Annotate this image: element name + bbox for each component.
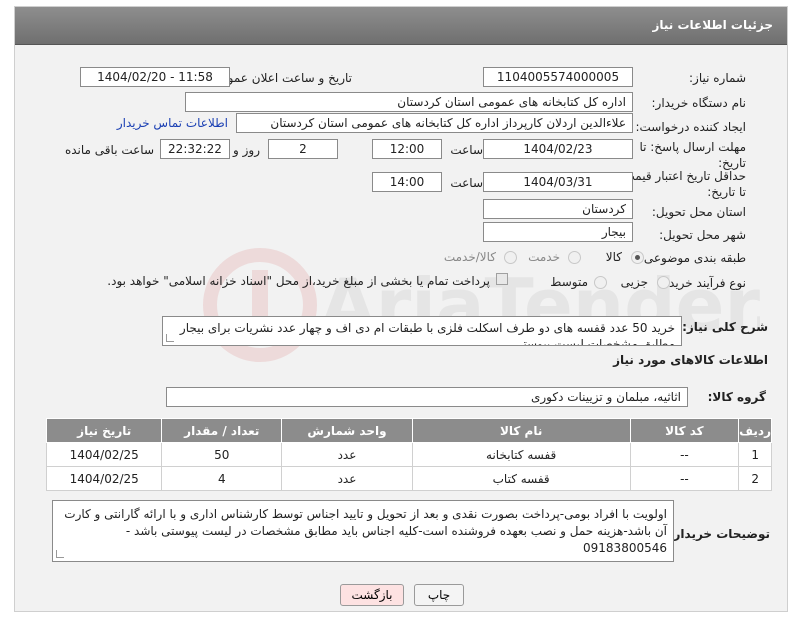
process-medium-label: متوسط xyxy=(550,275,588,289)
announce-field: 1404/02/20 - 11:58 xyxy=(80,67,230,87)
need-number-field: 1104005574000005 xyxy=(483,67,633,87)
col-header-code: کد کالا xyxy=(629,418,740,443)
cell-row: 1 xyxy=(738,442,772,467)
remaining-label: ساعت باقی مانده xyxy=(64,143,154,157)
days-field: 2 xyxy=(268,139,338,159)
col-header-qty: تعداد / مقدار xyxy=(161,418,283,443)
cell-name: قفسه کتابخانه xyxy=(411,442,631,467)
summary-textarea: خرید 50 عدد قفسه های دو طرف اسکلت فلزی ب… xyxy=(162,316,682,346)
cell-code: -- xyxy=(629,466,740,491)
category-radio-service[interactable] xyxy=(568,251,581,264)
send-time-field: 12:00 xyxy=(372,139,442,159)
cell-row: 2 xyxy=(738,466,772,491)
print-button[interactable]: چاپ xyxy=(414,584,464,606)
col-header-unit: واحد شمارش xyxy=(281,418,413,443)
price-time-field: 14:00 xyxy=(372,172,442,192)
cell-unit: عدد xyxy=(281,442,413,467)
remaining-time-field: 22:32:22 xyxy=(160,139,230,159)
send-date-field: 1404/02/23 xyxy=(483,139,633,159)
process-radio-minor[interactable] xyxy=(657,276,670,289)
summary-label: شرح کلی نیاز: xyxy=(682,320,768,334)
send-deadline-label: مهلت ارسال پاسخ: تا تاریخ: xyxy=(639,140,746,170)
payment-note: پرداخت تمام یا بخشی از مبلغ خرید،از محل … xyxy=(107,274,490,288)
back-button[interactable]: بازگشت xyxy=(340,584,404,606)
table-row: 1 -- قفسه کتابخانه عدد 50 1404/02/25 xyxy=(45,442,772,467)
process-label: نوع فرآیند خرید : xyxy=(661,276,746,290)
buyer-org-field: اداره کل کتابخانه های عمومی استان کردستا… xyxy=(185,92,633,112)
category-both-label: کالا/خدمت xyxy=(443,250,496,264)
process-minor-label: جزیی xyxy=(620,275,648,289)
table-row: 2 -- قفسه کتاب عدد 4 1404/02/25 xyxy=(45,466,772,491)
buyer-org-label: نام دستگاه خریدار: xyxy=(651,96,747,110)
cell-date: 1404/02/25 xyxy=(45,442,163,467)
panel-title: جزئیات اطلاعات نیاز xyxy=(652,18,773,32)
cell-unit: عدد xyxy=(281,466,413,491)
goods-table: ردیف کد کالا نام کالا واحد شمارش تعداد /… xyxy=(45,418,772,491)
resize-grip-icon[interactable] xyxy=(166,334,174,342)
col-header-name: نام کالا xyxy=(411,418,631,443)
category-service-label: خدمت xyxy=(528,250,560,264)
notes-label: توضیحات خریدار: xyxy=(668,527,770,541)
requester-field: علاءالدین اردلان کارپرداز اداره کل کتابخ… xyxy=(236,113,633,133)
goods-section-title: اطلاعات کالاهای مورد نیاز xyxy=(613,353,768,367)
category-radio-both[interactable] xyxy=(504,251,517,264)
province-label: استان محل تحویل: xyxy=(651,205,746,219)
province-field: کردستان xyxy=(483,199,633,219)
col-header-date: تاریخ نیاز xyxy=(45,418,163,443)
category-goods-label: کالا xyxy=(605,250,622,264)
summary-text: خرید 50 عدد قفسه های دو طرف اسکلت فلزی ب… xyxy=(179,321,675,346)
send-time-label: ساعت xyxy=(450,143,483,157)
requester-label: ایجاد کننده درخواست: xyxy=(635,120,746,134)
category-label: طبقه بندی موضوعی: xyxy=(639,251,746,265)
category-radio-goods[interactable] xyxy=(631,251,644,264)
notes-text: اولویت با افراد بومی-پرداخت بصورت نقدی و… xyxy=(64,507,667,555)
treasury-checkbox[interactable] xyxy=(496,273,508,285)
panel-header: جزئیات اطلاعات نیاز xyxy=(15,7,787,45)
cell-date: 1404/02/25 xyxy=(45,466,163,491)
goods-group-field: اثاثیه، مبلمان و تزیینات دکوری xyxy=(166,387,688,407)
cell-qty: 50 xyxy=(161,442,283,467)
need-number-label: شماره نیاز: xyxy=(689,71,746,85)
notes-textarea: اولویت با افراد بومی-پرداخت بصورت نقدی و… xyxy=(52,500,674,562)
city-field: بیجار xyxy=(483,222,633,242)
city-label: شهر محل تحویل: xyxy=(659,228,746,242)
process-radio-medium[interactable] xyxy=(594,276,607,289)
price-date-field: 1404/03/31 xyxy=(483,172,633,192)
resize-grip-icon[interactable] xyxy=(56,550,64,558)
cell-code: -- xyxy=(629,442,740,467)
table-header-row: ردیف کد کالا نام کالا واحد شمارش تعداد /… xyxy=(45,418,772,443)
cell-name: قفسه کتاب xyxy=(411,466,631,491)
buyer-contact-link[interactable]: اطلاعات تماس خریدار xyxy=(117,116,228,130)
price-deadline-label: حداقل تاریخ اعتبار قیمت: تا تاریخ: xyxy=(619,169,746,199)
goods-group-label: گروه کالا: xyxy=(707,390,766,404)
days-label: روز و xyxy=(233,143,260,157)
cell-qty: 4 xyxy=(161,466,283,491)
col-header-row: ردیف xyxy=(738,418,772,443)
price-time-label: ساعت xyxy=(450,176,483,190)
